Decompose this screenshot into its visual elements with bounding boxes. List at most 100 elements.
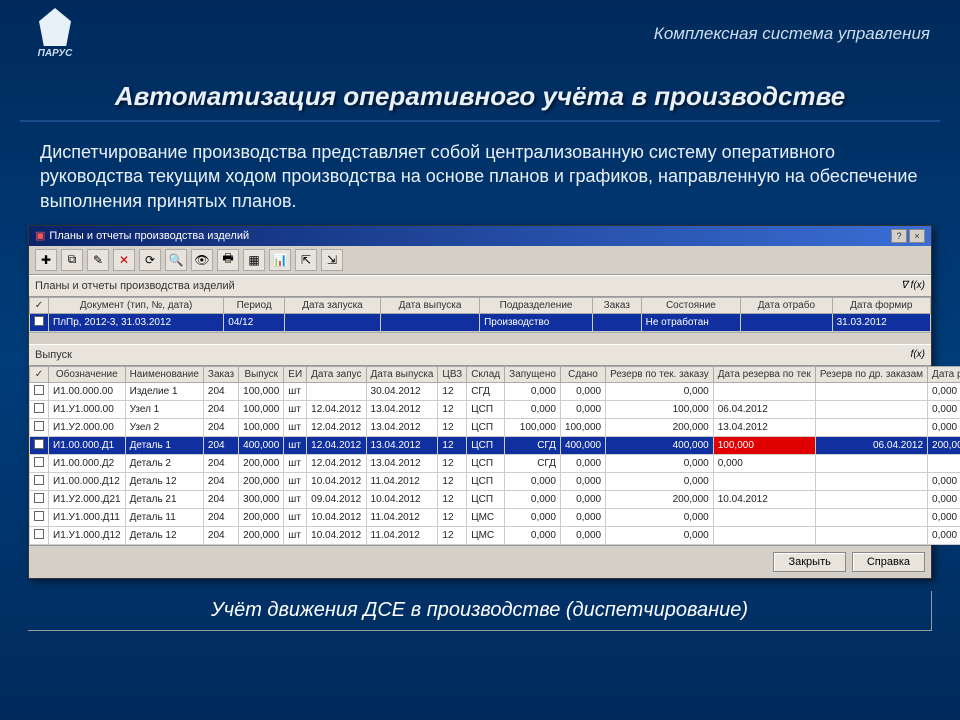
cell[interactable]: Не отработан (641, 313, 741, 331)
table-row[interactable]: И1.00.000.Д12Деталь 12204200,000шт10.04.… (30, 472, 960, 490)
cell[interactable] (815, 400, 927, 418)
print-icon[interactable]: 🖶 (217, 249, 239, 271)
titlebar[interactable]: ▣ Планы и отчеты производства изделий ? … (29, 226, 931, 246)
cell[interactable] (928, 454, 960, 472)
cell[interactable]: СГД (505, 454, 561, 472)
cell[interactable]: Деталь 11 (125, 508, 203, 526)
cell[interactable] (713, 472, 815, 490)
cell[interactable]: Деталь 2 (125, 454, 203, 472)
cell[interactable]: 12.04.2012 (307, 418, 366, 436)
cell[interactable]: 0,000 (928, 418, 960, 436)
cell[interactable]: 0,000 (505, 400, 561, 418)
cell[interactable] (815, 508, 927, 526)
import-icon[interactable]: ⇲ (321, 249, 343, 271)
cell[interactable]: 0,000 (606, 526, 714, 544)
col-header[interactable]: ЦВЗ (438, 366, 467, 382)
grid-icon[interactable]: ▦ (243, 249, 265, 271)
cell[interactable]: 204 (203, 400, 238, 418)
col-header[interactable]: Дата запуска (285, 297, 381, 313)
col-header[interactable]: Дата запус (307, 366, 366, 382)
find-icon[interactable]: 👁 (191, 249, 213, 271)
cell[interactable]: 204 (203, 382, 238, 400)
cell[interactable]: 100,000 (239, 382, 284, 400)
cell[interactable] (713, 382, 815, 400)
cell[interactable] (593, 313, 642, 331)
cell[interactable] (815, 418, 927, 436)
cell[interactable]: 31.03.2012 (832, 313, 930, 331)
cell[interactable]: И1.У1.000.Д11 (49, 508, 126, 526)
cell[interactable]: 0,000 (606, 454, 714, 472)
cell[interactable]: И1.00.000.Д1 (49, 436, 126, 454)
cell[interactable] (380, 313, 479, 331)
cell[interactable]: И1.00.000.Д2 (49, 454, 126, 472)
grid-documents[interactable]: ✓Документ (тип, №, дата)ПериодДата запус… (29, 297, 931, 332)
help-button-icon[interactable]: ? (891, 229, 907, 243)
close-icon[interactable]: × (909, 229, 925, 243)
delete-icon[interactable]: ✕ (113, 249, 135, 271)
cell[interactable]: 06.04.2012 (815, 436, 927, 454)
cell[interactable]: Деталь 12 (125, 526, 203, 544)
refresh-icon[interactable]: ⟳ (139, 249, 161, 271)
cell[interactable] (713, 526, 815, 544)
cell[interactable]: 10.04.2012 (307, 472, 366, 490)
cell[interactable] (815, 526, 927, 544)
cell[interactable]: 12.04.2012 (307, 454, 366, 472)
cell[interactable]: Деталь 12 (125, 472, 203, 490)
cell[interactable] (30, 490, 49, 508)
cell[interactable] (30, 313, 49, 331)
add-icon[interactable]: ✚ (35, 249, 57, 271)
cell[interactable]: 12.04.2012 (307, 400, 366, 418)
cell[interactable]: шт (284, 400, 307, 418)
cell[interactable]: 200,000 (239, 526, 284, 544)
cell[interactable]: 10.04.2012 (366, 490, 438, 508)
cell[interactable]: 0,000 (606, 508, 714, 526)
cell[interactable]: 100,000 (239, 418, 284, 436)
cell[interactable]: 12 (438, 382, 467, 400)
col-header[interactable]: ✓ (30, 297, 49, 313)
cell[interactable]: 0,000 (928, 400, 960, 418)
col-header[interactable]: Дата резерва по д (928, 366, 960, 382)
cell[interactable] (307, 382, 366, 400)
cell[interactable]: 13.04.2012 (366, 436, 438, 454)
cell[interactable]: шт (284, 472, 307, 490)
cell[interactable]: 200,000 (606, 490, 714, 508)
cell[interactable]: 100,000 (606, 400, 714, 418)
grid-output[interactable]: ✓ОбозначениеНаименованиеЗаказВыпускЕИДат… (29, 366, 960, 545)
cell[interactable] (30, 382, 49, 400)
cell[interactable]: 0,000 (928, 526, 960, 544)
cell[interactable]: 12 (438, 472, 467, 490)
cell[interactable]: ЦСП (467, 454, 505, 472)
cell[interactable]: 400,000 (239, 436, 284, 454)
cell[interactable]: 13.04.2012 (366, 400, 438, 418)
cell[interactable]: 10.04.2012 (307, 526, 366, 544)
cell[interactable]: 10.04.2012 (307, 508, 366, 526)
chart-icon[interactable]: 📊 (269, 249, 291, 271)
cell[interactable] (285, 313, 381, 331)
cell[interactable]: 11.04.2012 (366, 472, 438, 490)
cell[interactable]: И1.00.000.00 (49, 382, 126, 400)
cell[interactable]: 12 (438, 454, 467, 472)
cell[interactable]: 10.04.2012 (713, 490, 815, 508)
cell[interactable]: 0,000 (928, 382, 960, 400)
cell[interactable]: 12 (438, 508, 467, 526)
cell[interactable]: 0,000 (560, 382, 605, 400)
cell[interactable]: 100,000 (560, 418, 605, 436)
cell[interactable]: 30.04.2012 (366, 382, 438, 400)
cell[interactable]: И1.У1.000.Д12 (49, 526, 126, 544)
cell[interactable] (815, 490, 927, 508)
cell[interactable]: 0,000 (560, 454, 605, 472)
cell[interactable] (30, 400, 49, 418)
cell[interactable]: 0,000 (505, 490, 561, 508)
col-header[interactable]: Состояние (641, 297, 741, 313)
col-header[interactable]: Заказ (203, 366, 238, 382)
cell[interactable]: 0,000 (505, 508, 561, 526)
cell[interactable]: 09.04.2012 (307, 490, 366, 508)
help-button[interactable]: Справка (852, 552, 925, 572)
col-header[interactable]: Склад (467, 366, 505, 382)
cell[interactable]: 100,000 (505, 418, 561, 436)
cell[interactable]: шт (284, 490, 307, 508)
cell[interactable]: И1.У2.000.Д21 (49, 490, 126, 508)
cell[interactable]: И1.00.000.Д12 (49, 472, 126, 490)
col-header[interactable]: Обозначение (49, 366, 126, 382)
table-row[interactable]: И1.У1.000.00Узел 1204100,000шт12.04.2012… (30, 400, 960, 418)
